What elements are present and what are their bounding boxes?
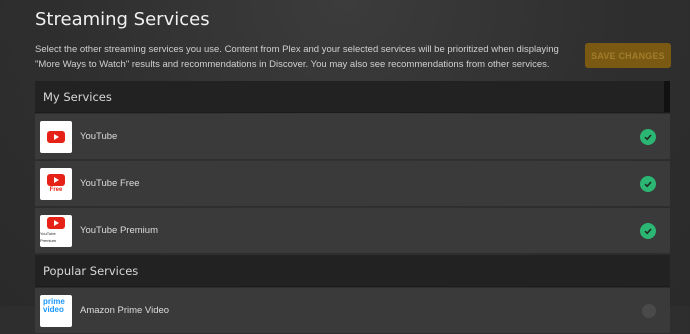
scrollbar[interactable] [664, 81, 670, 112]
service-name: YouTube [80, 131, 118, 142]
service-row-amazon-prime-video[interactable]: prime video Amazon Prime Video [35, 288, 670, 334]
youtube-premium-logo-icon: YouTube Premium [40, 214, 72, 247]
section-title: Popular Services [43, 263, 139, 278]
section-title: My Services [43, 89, 112, 104]
page-title: Streaming Services [35, 9, 210, 30]
youtube-logo-icon [40, 120, 72, 153]
prime-video-logo-icon: prime video [40, 294, 72, 327]
section-header-my-services: My Services [35, 81, 670, 113]
logo-text-bottom: video [43, 304, 64, 314]
logo-caption: YouTube Premium [40, 231, 57, 243]
checkmark-icon[interactable] [640, 128, 656, 145]
services-list: My Services YouTube Free YouTube Free Yo… [35, 81, 670, 334]
service-row-youtube-premium[interactable]: YouTube Premium YouTube Premium [35, 208, 670, 254]
page-description: Select the other streaming services you … [35, 44, 559, 70]
youtube-free-logo-icon: Free [40, 167, 72, 200]
service-row-youtube-free[interactable]: Free YouTube Free [35, 161, 670, 207]
save-changes-button[interactable]: SAVE CHANGES [585, 43, 671, 68]
service-name: Amazon Prime Video [80, 305, 170, 316]
checkmark-icon[interactable] [640, 175, 656, 192]
service-name: YouTube Premium [80, 225, 158, 236]
checkmark-icon[interactable] [640, 222, 656, 239]
section-header-popular-services: Popular Services [35, 255, 670, 287]
service-row-youtube[interactable]: YouTube [35, 114, 670, 160]
logo-caption: Free [49, 186, 63, 193]
service-name: YouTube Free [80, 178, 140, 189]
